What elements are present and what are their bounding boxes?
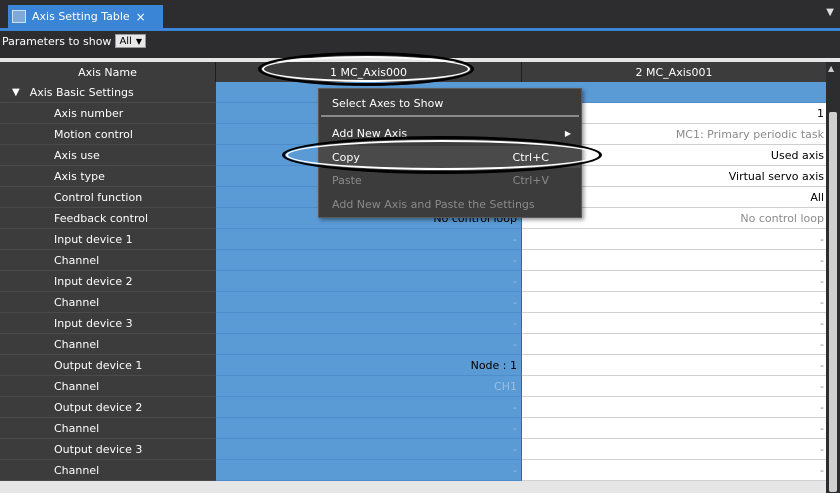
menu-separator <box>321 115 579 117</box>
parameters-filter-bar: Parameters to show All ▼ <box>0 31 840 51</box>
row-label: Input device 1 <box>0 229 216 250</box>
tab-bar: Axis Setting Table × ▼ <box>0 0 840 28</box>
axis2-value-cell[interactable]: - <box>522 313 826 334</box>
tab-menu-dropdown-icon[interactable]: ▼ <box>826 7 834 18</box>
scroll-up-icon[interactable]: ▲ <box>828 64 834 73</box>
row-label: Axis type <box>0 166 216 187</box>
axis2-value-cell[interactable]: - <box>522 229 826 250</box>
axis1-value-cell[interactable]: - <box>216 397 522 418</box>
table-row[interactable]: Output device 2-- <box>0 397 830 418</box>
row-label: Input device 3 <box>0 313 216 334</box>
table-row[interactable]: Channel CH1- <box>0 376 830 397</box>
row-label: Motion control <box>0 124 216 145</box>
axis2-value-cell[interactable]: - <box>522 418 826 439</box>
menu-item-select-axes[interactable]: Select Axes to Show <box>319 92 581 114</box>
table-row[interactable]: Input device 3-- <box>0 313 830 334</box>
parameters-label: Parameters to show <box>2 34 112 48</box>
section-label: Axis Basic Settings <box>29 85 134 99</box>
row-label: Feedback control <box>0 208 216 229</box>
chevron-down-icon: ▼ <box>135 36 142 46</box>
tab-label: Axis Setting Table <box>32 10 130 23</box>
axis2-value-cell[interactable]: - <box>522 460 826 481</box>
axis1-value-cell[interactable]: - <box>216 460 522 481</box>
axis2-value-cell[interactable]: - <box>522 439 826 460</box>
menu-item-label: Select Axes to Show <box>332 96 444 110</box>
row-label: Channel <box>0 418 216 439</box>
parameters-dropdown-value: All <box>119 35 132 47</box>
row-label: Output device 3 <box>0 439 216 460</box>
callout-axis-header <box>258 52 474 86</box>
row-label: Channel <box>0 376 216 397</box>
table-row[interactable]: Channel - - <box>0 334 830 355</box>
axis1-value-cell[interactable]: - <box>216 229 522 250</box>
scrollbar-thumb[interactable] <box>829 112 837 492</box>
axis2-value-cell[interactable]: - <box>522 250 826 271</box>
axis2-value-cell[interactable]: - <box>522 271 826 292</box>
axis1-value-cell[interactable]: - <box>216 292 522 313</box>
row-label: Input device 2 <box>0 271 216 292</box>
axis1-value-cell[interactable]: - <box>216 313 522 334</box>
row-label: Output device 1 <box>0 355 216 376</box>
table-row[interactable]: Input device 2-- <box>0 271 830 292</box>
axis2-value-cell[interactable]: - <box>522 355 826 376</box>
menu-item-label: Add New Axis and Paste the Settings <box>332 197 535 211</box>
header-axis-name: Axis Name <box>0 62 216 82</box>
axis2-value-cell[interactable]: - <box>522 397 826 418</box>
row-label: Control function <box>0 187 216 208</box>
row-label: Output device 2 <box>0 397 216 418</box>
axis1-value-cell[interactable]: CH1 <box>216 376 522 397</box>
menu-item-add-and-paste[interactable]: Add New Axis and Paste the Settings <box>319 193 581 215</box>
row-label: Channel <box>0 334 216 355</box>
section-axis-basic-settings[interactable]: ▼ Axis Basic Settings <box>0 82 216 103</box>
axis1-value-cell[interactable]: - <box>216 250 522 271</box>
table-row[interactable]: Input device 1-- <box>0 229 830 250</box>
axis1-value-cell[interactable]: - <box>216 439 522 460</box>
tab-axis-setting-table[interactable]: Axis Setting Table × <box>8 5 163 28</box>
axis2-value-cell[interactable]: - <box>522 376 826 397</box>
table-row[interactable]: Channel - - <box>0 250 830 271</box>
close-icon[interactable]: × <box>136 10 146 24</box>
collapse-triangle-icon[interactable]: ▼ <box>12 87 20 98</box>
axis2-value-cell[interactable]: - <box>522 292 826 313</box>
table-row[interactable]: Output device 1 Node : 1- <box>0 355 830 376</box>
submenu-arrow-icon: ▶ <box>564 128 571 138</box>
menu-item-label: Paste <box>332 173 362 187</box>
table-row[interactable]: Channel - - <box>0 292 830 313</box>
vertical-scrollbar[interactable]: ▲ <box>826 62 840 493</box>
axis1-value-cell[interactable]: - <box>216 334 522 355</box>
table-icon <box>12 10 26 23</box>
header-axis-2[interactable]: 2 MC_Axis001 <box>522 62 826 82</box>
row-label: Channel <box>0 250 216 271</box>
parameters-dropdown[interactable]: All ▼ <box>115 34 146 48</box>
axis1-value-cell[interactable]: - <box>216 271 522 292</box>
axis2-value-cell[interactable]: - <box>522 334 826 355</box>
row-label: Axis number <box>0 103 216 124</box>
axis1-value-cell[interactable]: - <box>216 418 522 439</box>
row-label: Channel <box>0 292 216 313</box>
table-row[interactable]: Channel - - <box>0 418 830 439</box>
row-label: Channel <box>0 460 216 481</box>
callout-copy-item <box>282 136 602 174</box>
table-row[interactable]: Output device 3-- <box>0 439 830 460</box>
menu-item-shortcut: Ctrl+V <box>512 173 549 187</box>
axis1-value-cell[interactable]: Node : 1 <box>216 355 522 376</box>
row-label: Axis use <box>0 145 216 166</box>
table-row[interactable]: Channel - - <box>0 460 830 481</box>
